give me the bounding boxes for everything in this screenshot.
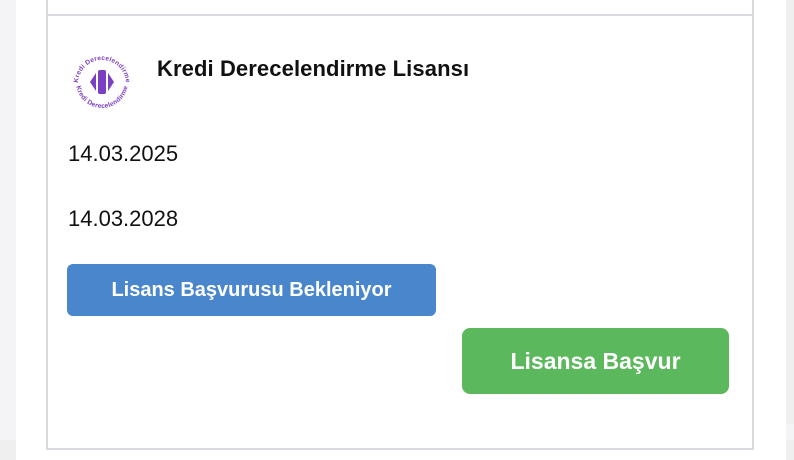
- license-start-date: 14.03.2025: [68, 141, 179, 166]
- license-title: Kredi Derecelendirme Lisansı: [157, 56, 470, 81]
- license-status-badge: Lisans Başvurusu Bekleniyor: [67, 264, 436, 316]
- apply-license-button[interactable]: Lisansa Başvur: [462, 328, 729, 394]
- page-edge: [786, 0, 794, 424]
- card-divider: [46, 14, 754, 16]
- kredi-derecelendirme-logo-icon: Kredi Derecelendirme Kredi Derecelendirm…: [68, 48, 136, 116]
- license-end-date: 14.03.2028: [68, 206, 179, 231]
